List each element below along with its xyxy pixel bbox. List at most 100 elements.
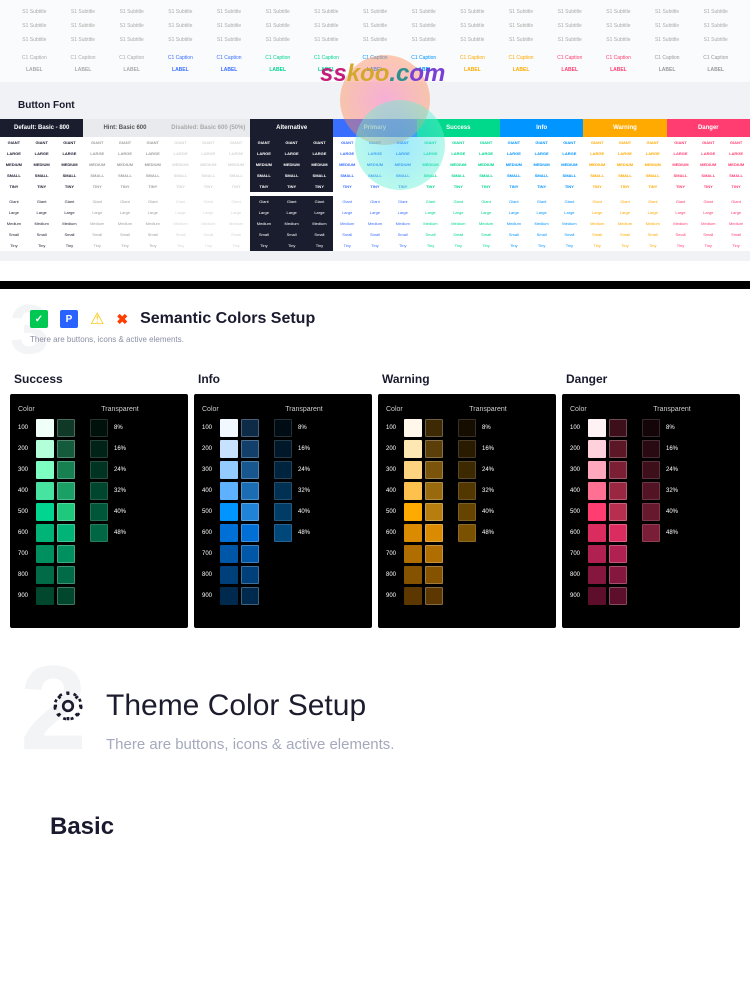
color-swatch-outline[interactable] [241, 482, 259, 500]
color-swatch-outline[interactable] [57, 524, 75, 542]
color-swatch-outline[interactable] [609, 587, 627, 605]
transparent-swatch[interactable] [458, 524, 476, 542]
color-swatch-outline[interactable] [241, 440, 259, 458]
color-swatch-outline[interactable] [57, 545, 75, 563]
transparent-swatch[interactable] [458, 419, 476, 437]
color-swatch-outline[interactable] [241, 419, 259, 437]
color-swatch[interactable] [404, 461, 422, 479]
color-swatch-outline[interactable] [609, 503, 627, 521]
transparent-swatch[interactable] [90, 440, 108, 458]
color-swatch-outline[interactable] [425, 545, 443, 563]
bf-sample: SMALL [333, 170, 361, 181]
bf-sample: SMALL [528, 170, 556, 181]
transparent-swatch[interactable] [458, 440, 476, 458]
color-swatch-outline[interactable] [241, 503, 259, 521]
transparent-swatch[interactable] [90, 503, 108, 521]
color-swatch[interactable] [220, 419, 238, 437]
color-swatch[interactable] [588, 566, 606, 584]
color-swatch[interactable] [36, 566, 54, 584]
color-swatch[interactable] [588, 524, 606, 542]
color-swatch[interactable] [220, 587, 238, 605]
transparent-swatch[interactable] [274, 482, 292, 500]
color-swatch-outline[interactable] [425, 482, 443, 500]
color-swatch-outline[interactable] [241, 587, 259, 605]
transparent-swatch[interactable] [642, 419, 660, 437]
color-swatch[interactable] [404, 524, 422, 542]
color-swatch[interactable] [588, 587, 606, 605]
transparent-swatch[interactable] [274, 503, 292, 521]
color-swatch[interactable] [588, 440, 606, 458]
color-swatch[interactable] [404, 482, 422, 500]
transparent-swatch[interactable] [642, 482, 660, 500]
transparent-swatch[interactable] [642, 524, 660, 542]
color-swatch[interactable] [588, 503, 606, 521]
color-swatch[interactable] [588, 482, 606, 500]
color-swatch[interactable] [588, 545, 606, 563]
color-swatch-outline[interactable] [241, 461, 259, 479]
color-swatch[interactable] [220, 440, 238, 458]
color-swatch-outline[interactable] [241, 524, 259, 542]
color-swatch[interactable] [220, 524, 238, 542]
color-swatch[interactable] [36, 419, 54, 437]
transparent-swatch[interactable] [642, 503, 660, 521]
color-swatch-outline[interactable] [57, 503, 75, 521]
color-swatch-outline[interactable] [425, 419, 443, 437]
color-swatch[interactable] [220, 461, 238, 479]
color-swatch[interactable] [36, 587, 54, 605]
transparent-swatch[interactable] [642, 440, 660, 458]
transparent-swatch[interactable] [274, 524, 292, 542]
color-swatch-outline[interactable] [57, 419, 75, 437]
color-swatch-outline[interactable] [609, 524, 627, 542]
color-swatch[interactable] [36, 482, 54, 500]
color-swatch-outline[interactable] [609, 440, 627, 458]
color-swatch[interactable] [220, 545, 238, 563]
color-swatch[interactable] [36, 545, 54, 563]
transparent-swatch[interactable] [458, 503, 476, 521]
color-swatch-outline[interactable] [609, 566, 627, 584]
color-swatch[interactable] [220, 482, 238, 500]
transparent-swatch[interactable] [90, 419, 108, 437]
transparent-swatch[interactable] [642, 461, 660, 479]
bf-sample: Tiny [583, 240, 611, 251]
color-swatch[interactable] [404, 566, 422, 584]
color-swatch-outline[interactable] [57, 566, 75, 584]
color-swatch-outline[interactable] [425, 503, 443, 521]
transparent-swatch[interactable] [90, 482, 108, 500]
color-swatch[interactable] [404, 545, 422, 563]
transparent-swatch[interactable] [274, 440, 292, 458]
color-swatch-outline[interactable] [57, 440, 75, 458]
color-swatch[interactable] [36, 461, 54, 479]
color-swatch[interactable] [36, 440, 54, 458]
transparent-swatch[interactable] [90, 461, 108, 479]
color-swatch[interactable] [220, 503, 238, 521]
color-swatch-outline[interactable] [57, 587, 75, 605]
transparent-swatch[interactable] [458, 461, 476, 479]
color-swatch-outline[interactable] [425, 440, 443, 458]
color-swatch-outline[interactable] [609, 545, 627, 563]
transparent-swatch[interactable] [90, 524, 108, 542]
color-swatch[interactable] [404, 419, 422, 437]
color-swatch[interactable] [404, 587, 422, 605]
color-swatch-outline[interactable] [425, 587, 443, 605]
color-swatch[interactable] [404, 503, 422, 521]
color-swatch[interactable] [36, 503, 54, 521]
transparent-swatch[interactable] [274, 461, 292, 479]
color-swatch[interactable] [588, 419, 606, 437]
color-swatch-outline[interactable] [241, 566, 259, 584]
color-swatch-outline[interactable] [609, 461, 627, 479]
color-swatch[interactable] [220, 566, 238, 584]
color-swatch-outline[interactable] [425, 566, 443, 584]
color-swatch[interactable] [36, 524, 54, 542]
color-swatch-outline[interactable] [57, 461, 75, 479]
transparent-swatch[interactable] [274, 419, 292, 437]
color-swatch[interactable] [588, 461, 606, 479]
color-swatch-outline[interactable] [57, 482, 75, 500]
transparent-swatch[interactable] [458, 482, 476, 500]
bf-sample: Medium [389, 218, 417, 229]
color-swatch-outline[interactable] [425, 461, 443, 479]
color-swatch[interactable] [404, 440, 422, 458]
color-swatch-outline[interactable] [609, 482, 627, 500]
color-swatch-outline[interactable] [609, 419, 627, 437]
color-swatch-outline[interactable] [425, 524, 443, 542]
color-swatch-outline[interactable] [241, 545, 259, 563]
